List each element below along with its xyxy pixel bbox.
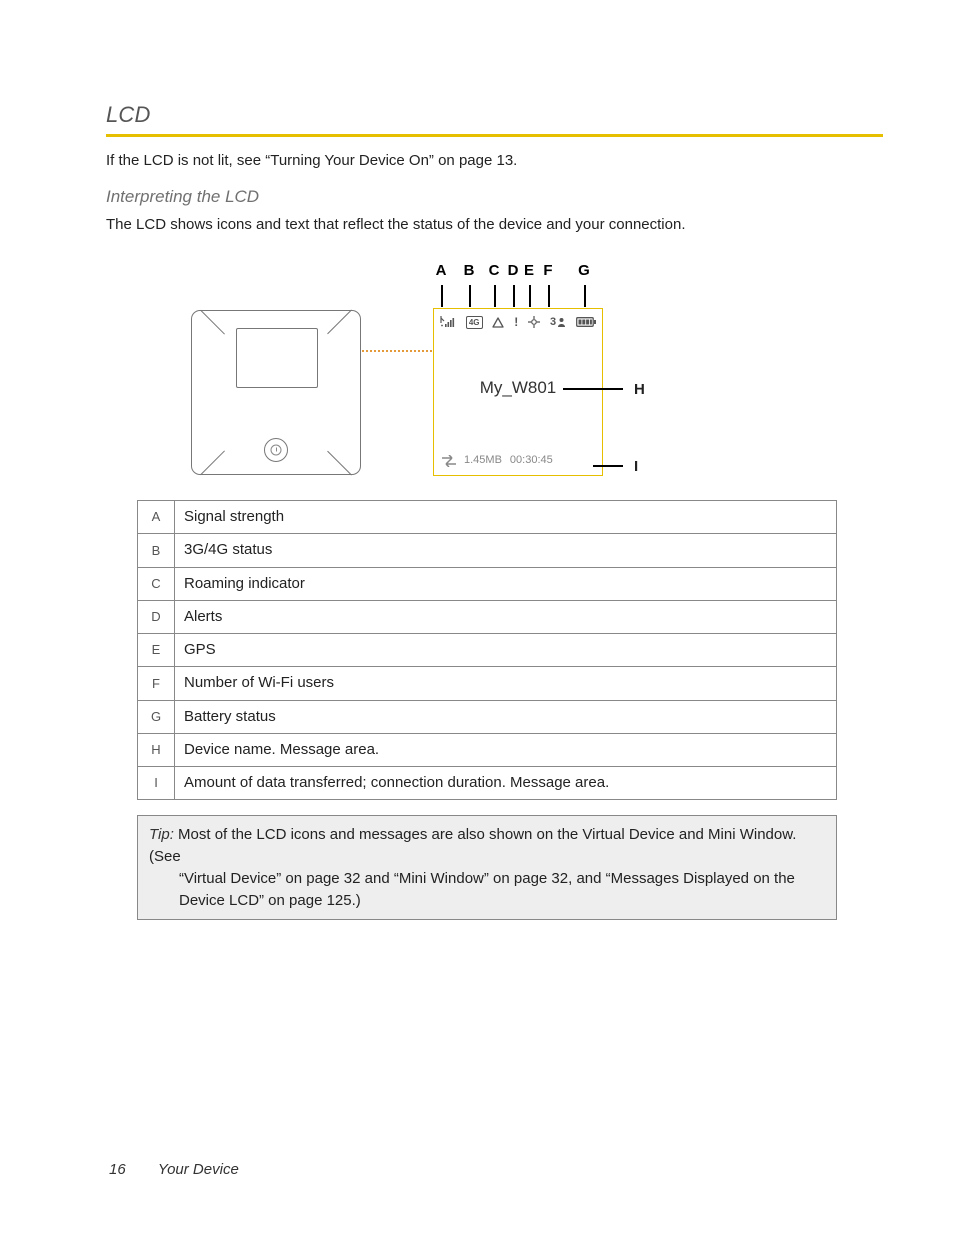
device-screen-rect	[236, 328, 318, 388]
legend-desc: Battery status	[175, 700, 837, 733]
callout-tick	[469, 285, 471, 307]
lcd-icon-row: 4G ! 3	[434, 309, 602, 331]
callout-letter: C	[489, 261, 500, 281]
callout-letter: F	[543, 261, 552, 281]
document-page: LCD If the LCD is not lit, see “Turning …	[0, 0, 954, 1235]
table-row: EGPS	[138, 634, 837, 667]
subsection-intro: The LCD shows icons and text that reflec…	[106, 215, 883, 235]
zoom-dotted-line	[362, 350, 432, 352]
legend-desc: Amount of data transferred; connection d…	[175, 767, 837, 800]
legend-key: G	[138, 700, 175, 733]
tip-box: Tip: Most of the LCD icons and messages …	[137, 815, 837, 920]
roaming-icon	[492, 317, 504, 328]
legend-key: C	[138, 567, 175, 600]
callout-tick	[529, 285, 531, 307]
network-mode-icon: 4G	[466, 316, 483, 329]
callout-tick	[584, 285, 586, 307]
power-button-icon	[264, 438, 288, 462]
lcd-zoom-panel: 4G ! 3	[433, 308, 603, 476]
legend-desc: Number of Wi-Fi users	[175, 667, 837, 700]
legend-key: D	[138, 600, 175, 633]
tip-text: Device LCD” on page 125.)	[149, 890, 825, 912]
footer-section: Your Device	[158, 1161, 239, 1178]
callout-letter: H	[634, 380, 645, 400]
legend-desc: Signal strength	[175, 501, 837, 534]
table-row: HDevice name. Message area.	[138, 733, 837, 766]
lcd-duration: 00:30:45	[510, 453, 553, 468]
lcd-data-amount: 1.45MB	[464, 453, 502, 468]
intro-paragraph: If the LCD is not lit, see “Turning Your…	[106, 151, 883, 171]
legend-key: B	[138, 534, 175, 567]
callout-letter: A	[436, 261, 447, 281]
table-row: ASignal strength	[138, 501, 837, 534]
heading-rule	[106, 134, 883, 137]
alert-icon: !	[514, 316, 518, 328]
table-row: FNumber of Wi-Fi users	[138, 667, 837, 700]
table-row: DAlerts	[138, 600, 837, 633]
wifi-users-icon: 3	[550, 315, 566, 330]
page-footer: 16 Your Device	[109, 1160, 239, 1180]
tip-text: “Virtual Device” on page 32 and “Mini Wi…	[149, 868, 825, 890]
legend-key: A	[138, 501, 175, 534]
callout-letter: E	[524, 261, 534, 281]
battery-icon	[576, 317, 596, 327]
callout-tick	[494, 285, 496, 307]
legend-key: F	[138, 667, 175, 700]
tip-text: Most of the LCD icons and messages are a…	[149, 826, 796, 865]
callout-letter: I	[634, 457, 638, 477]
tip-label: Tip:	[149, 826, 174, 843]
legend-desc: 3G/4G status	[175, 534, 837, 567]
callout-tick	[548, 285, 550, 307]
subsection-heading: Interpreting the LCD	[106, 186, 883, 209]
callout-letter: D	[508, 261, 519, 281]
table-row: GBattery status	[138, 700, 837, 733]
table-row: IAmount of data transferred; connection …	[138, 767, 837, 800]
table-row: B3G/4G status	[138, 534, 837, 567]
wifi-users-count: 3	[550, 315, 556, 330]
legend-key: I	[138, 767, 175, 800]
legend-table: ASignal strength B3G/4G status CRoaming …	[137, 500, 837, 800]
legend-desc: Device name. Message area.	[175, 733, 837, 766]
legend-key: H	[138, 733, 175, 766]
legend-desc: Alerts	[175, 600, 837, 633]
lcd-diagram: A B C D E F G	[106, 255, 883, 480]
data-transfer-icon	[442, 455, 456, 467]
lcd-stats-row: 1.45MB 00:30:45	[434, 453, 602, 468]
device-outline	[191, 310, 361, 475]
page-number: 16	[109, 1160, 154, 1180]
signal-strength-icon	[440, 316, 456, 328]
legend-desc: Roaming indicator	[175, 567, 837, 600]
legend-key: E	[138, 634, 175, 667]
callout-leader	[563, 388, 623, 390]
gps-icon	[528, 316, 540, 328]
section-heading: LCD	[106, 100, 883, 130]
callout-letter: B	[464, 261, 475, 281]
callout-leader	[593, 465, 623, 467]
legend-desc: GPS	[175, 634, 837, 667]
callout-tick	[513, 285, 515, 307]
table-row: CRoaming indicator	[138, 567, 837, 600]
callout-letter: G	[578, 261, 590, 281]
callout-tick	[441, 285, 443, 307]
